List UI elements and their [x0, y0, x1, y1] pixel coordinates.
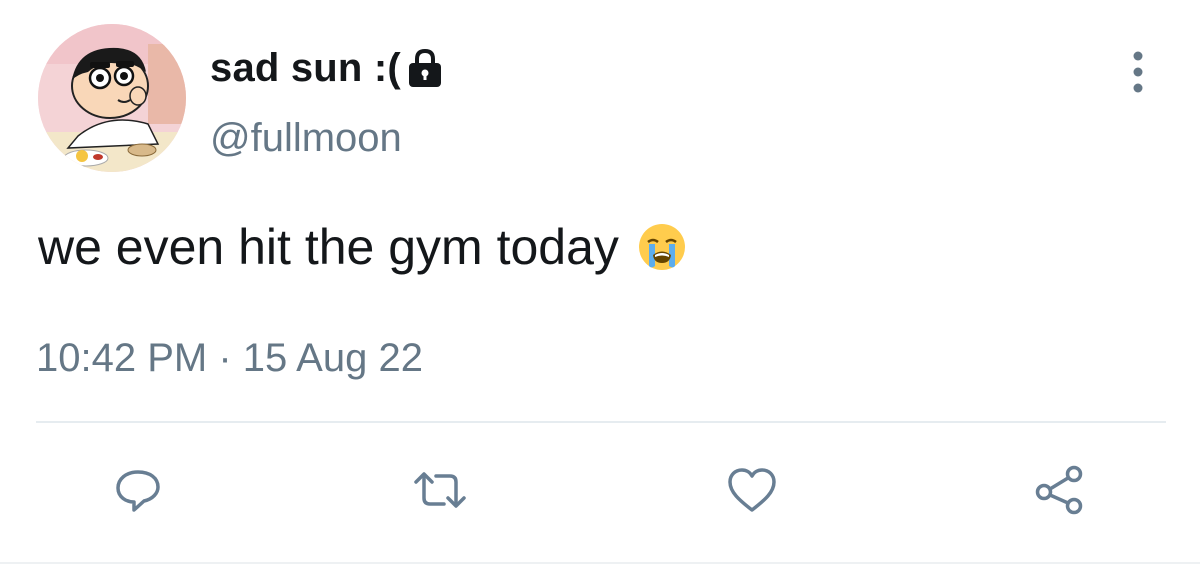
user-handle[interactable]: @fullmoon — [210, 116, 402, 161]
tweet-text-row: we even hit the gym today — [38, 218, 687, 276]
like-button[interactable] — [722, 462, 782, 522]
share-icon — [1032, 462, 1088, 523]
tweet-timestamp[interactable]: 10:42 PM · 15 Aug 22 — [36, 336, 423, 381]
tweet-text: we even hit the gym today — [38, 219, 619, 275]
avatar[interactable] — [38, 24, 186, 172]
reply-icon — [112, 464, 164, 521]
loudly-crying-face-icon — [637, 222, 687, 272]
lock-icon — [407, 48, 443, 88]
retweet-icon — [410, 464, 470, 521]
like-heart-icon — [725, 464, 779, 521]
display-name[interactable]: sad sun :( — [210, 46, 401, 91]
avatar-image — [38, 24, 186, 172]
retweet-button[interactable] — [410, 462, 470, 522]
share-button[interactable] — [1030, 462, 1090, 522]
tweet-card: sad sun :( @fullmoon we even hit the gym… — [0, 0, 1200, 580]
reply-button[interactable] — [108, 462, 168, 522]
display-name-row: sad sun :( — [210, 40, 443, 96]
more-vertical-icon[interactable] — [1118, 48, 1158, 96]
bottom-divider — [0, 562, 1200, 564]
divider — [36, 421, 1166, 423]
